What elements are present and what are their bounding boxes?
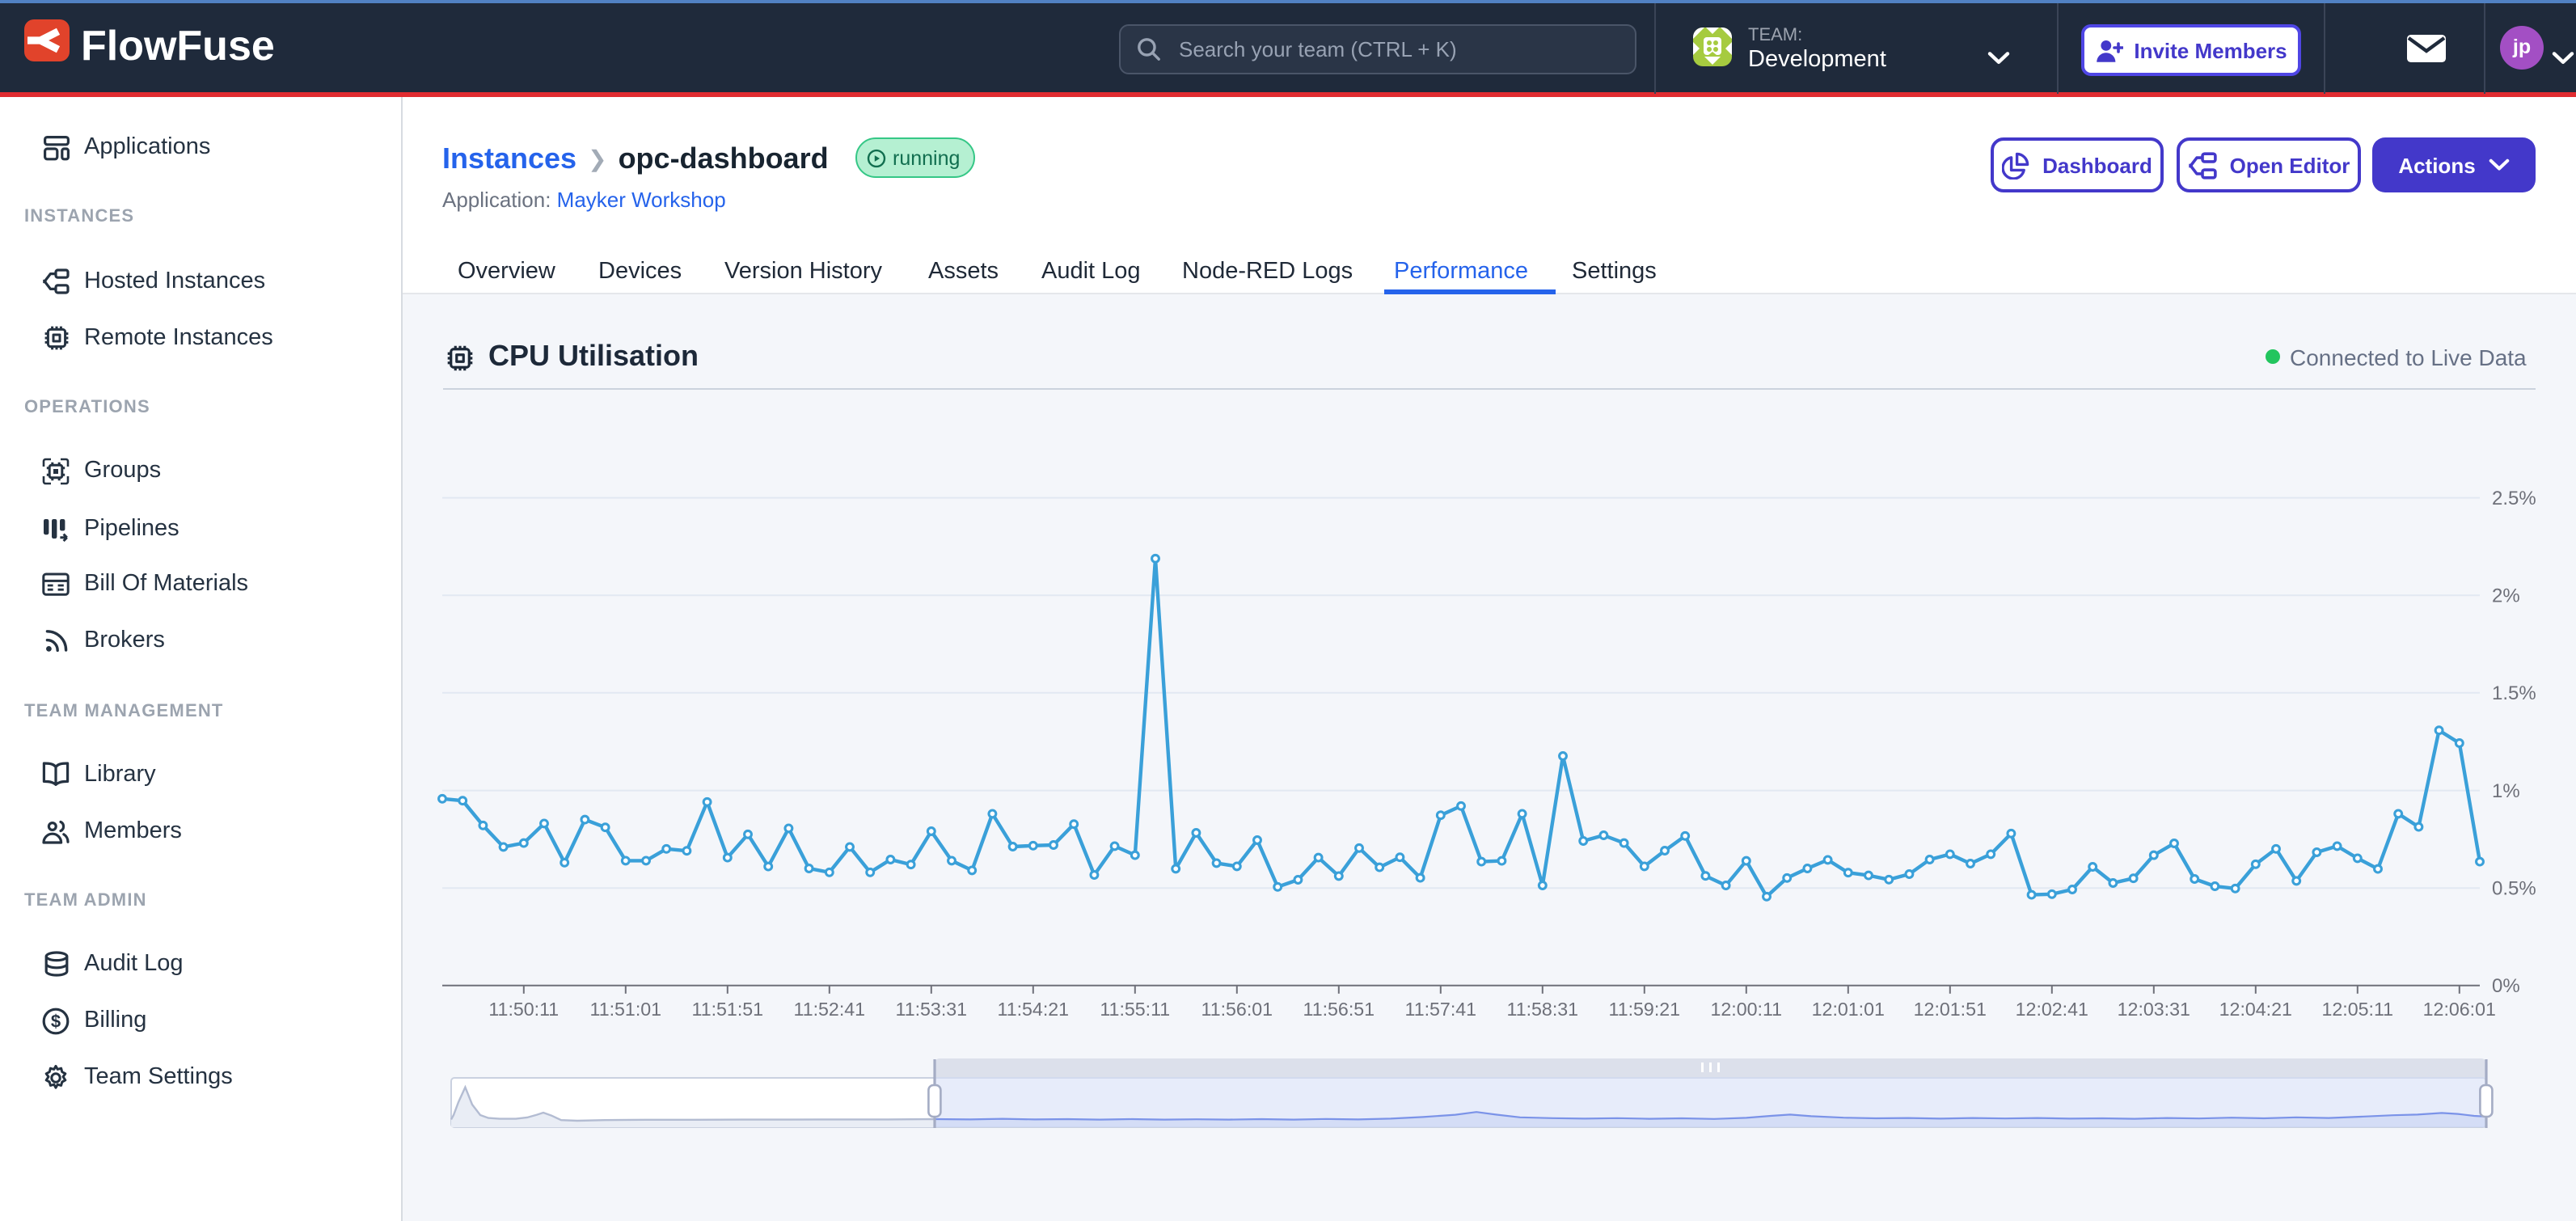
- svg-text:$: $: [51, 1011, 61, 1031]
- svg-text:12:01:01: 12:01:01: [1812, 999, 1885, 1020]
- svg-text:12:01:51: 12:01:51: [1914, 999, 1987, 1020]
- svg-text:1.5%: 1.5%: [2492, 682, 2536, 704]
- svg-text:11:56:01: 11:56:01: [1201, 999, 1273, 1020]
- svg-text:11:56:51: 11:56:51: [1303, 999, 1375, 1020]
- svg-text:2.5%: 2.5%: [2492, 488, 2536, 509]
- svg-text:12:02:41: 12:02:41: [2016, 999, 2088, 1020]
- svg-text:12:03:31: 12:03:31: [2118, 999, 2190, 1020]
- svg-text:11:54:21: 11:54:21: [998, 999, 1070, 1020]
- svg-text:0%: 0%: [2492, 975, 2520, 997]
- svg-text:11:51:51: 11:51:51: [692, 999, 764, 1020]
- svg-text:12:04:21: 12:04:21: [2219, 999, 2292, 1020]
- svg-text:11:52:41: 11:52:41: [794, 999, 866, 1020]
- svg-text:11:58:31: 11:58:31: [1507, 999, 1579, 1020]
- svg-text:1%: 1%: [2492, 780, 2520, 802]
- svg-text:12:00:11: 12:00:11: [1711, 999, 1783, 1020]
- svg-text:11:57:41: 11:57:41: [1405, 999, 1477, 1020]
- svg-text:0.5%: 0.5%: [2492, 878, 2536, 900]
- svg-text:12:06:01: 12:06:01: [2423, 999, 2496, 1020]
- svg-text:11:55:11: 11:55:11: [1100, 999, 1170, 1020]
- svg-text:11:59:21: 11:59:21: [1609, 999, 1681, 1020]
- svg-text:11:50:11: 11:50:11: [488, 999, 559, 1020]
- svg-text:12:05:11: 12:05:11: [2322, 999, 2394, 1020]
- svg-text:11:51:01: 11:51:01: [590, 999, 662, 1020]
- svg-text:11:53:31: 11:53:31: [896, 999, 968, 1020]
- svg-text:2%: 2%: [2492, 585, 2520, 607]
